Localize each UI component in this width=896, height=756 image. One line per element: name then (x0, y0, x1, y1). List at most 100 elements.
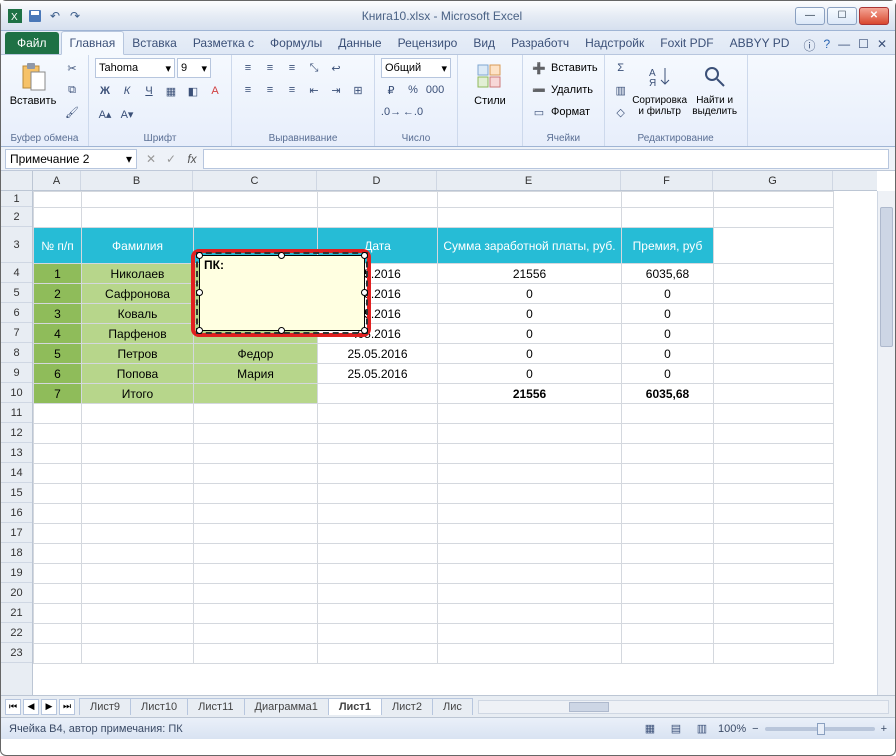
cell[interactable] (438, 192, 622, 208)
cell[interactable] (82, 444, 194, 464)
resize-handle[interactable] (278, 252, 285, 259)
format-cells-button[interactable]: ▭Формат (529, 102, 598, 122)
cell[interactable]: 21556 (438, 384, 622, 404)
cell[interactable] (194, 464, 318, 484)
row-header[interactable]: 8 (1, 343, 32, 363)
merge-button[interactable]: ⊞ (348, 80, 368, 100)
inc-indent-icon[interactable]: ⇥ (326, 80, 346, 100)
cell[interactable] (34, 504, 82, 524)
cell[interactable] (34, 604, 82, 624)
sheet-table[interactable]: № п/пФамилияДатаСумма заработной платы, … (33, 191, 834, 664)
cell[interactable] (714, 264, 834, 284)
col-header-e[interactable]: E (437, 171, 621, 190)
tab-data[interactable]: Данные (330, 32, 389, 54)
undo-icon[interactable]: ↶ (47, 8, 63, 24)
cell[interactable] (34, 192, 82, 208)
autosum-icon[interactable]: Σ (611, 58, 631, 78)
cell[interactable] (714, 324, 834, 344)
cell[interactable] (318, 404, 438, 424)
cell[interactable] (82, 644, 194, 664)
cell[interactable] (194, 424, 318, 444)
row-header[interactable]: 15 (1, 483, 32, 503)
grow-font-icon[interactable]: A▴ (95, 104, 115, 124)
cell[interactable] (194, 644, 318, 664)
cell[interactable] (438, 544, 622, 564)
cell[interactable] (622, 544, 714, 564)
cell[interactable] (194, 564, 318, 584)
enter-formula-icon[interactable]: ✓ (161, 149, 181, 169)
view-layout-icon[interactable]: ▤ (666, 719, 686, 739)
font-name-select[interactable]: Tahoma▾ (95, 58, 175, 78)
row-header[interactable]: 3 (1, 227, 32, 263)
cell[interactable] (622, 444, 714, 464)
cell[interactable]: 0 (622, 324, 714, 344)
cell[interactable]: 7 (34, 384, 82, 404)
tab-foxit[interactable]: Foxit PDF (652, 32, 721, 54)
row-header[interactable]: 13 (1, 443, 32, 463)
row-header[interactable]: 16 (1, 503, 32, 523)
row-headers[interactable]: 1234567891011121314151617181920212223 (1, 191, 33, 695)
cell[interactable] (714, 624, 834, 644)
row-header[interactable]: 1 (1, 191, 32, 207)
cell[interactable] (82, 624, 194, 644)
cell[interactable] (714, 208, 834, 228)
align-left-icon[interactable]: ≡ (238, 80, 258, 100)
redo-icon[interactable]: ↷ (67, 8, 83, 24)
file-tab[interactable]: Файл (5, 32, 59, 54)
cell[interactable] (318, 484, 438, 504)
cell[interactable] (318, 444, 438, 464)
row-header[interactable]: 18 (1, 543, 32, 563)
row-header[interactable]: 14 (1, 463, 32, 483)
sheet-nav-first[interactable]: ⏮ (5, 699, 21, 715)
cell[interactable] (194, 584, 318, 604)
cell[interactable] (82, 584, 194, 604)
maximize-button[interactable]: ☐ (827, 7, 857, 25)
resize-handle[interactable] (361, 289, 368, 296)
cell[interactable] (438, 624, 622, 644)
cell[interactable]: 1 (34, 264, 82, 284)
row-header[interactable]: 6 (1, 303, 32, 323)
cancel-formula-icon[interactable]: ✕ (141, 149, 161, 169)
cell[interactable] (622, 464, 714, 484)
cell[interactable] (82, 484, 194, 504)
sheet-tab[interactable]: Лист9 (79, 698, 131, 715)
cell[interactable] (194, 604, 318, 624)
sheet-nav-last[interactable]: ⏭ (59, 699, 75, 715)
cell[interactable] (714, 384, 834, 404)
cell[interactable] (714, 304, 834, 324)
cell[interactable] (34, 524, 82, 544)
row-header[interactable]: 12 (1, 423, 32, 443)
cell[interactable] (318, 564, 438, 584)
cell[interactable] (622, 584, 714, 604)
cell[interactable]: 5 (34, 344, 82, 364)
zoom-thumb[interactable] (817, 723, 825, 735)
cell[interactable] (318, 644, 438, 664)
cell[interactable] (714, 644, 834, 664)
resize-handle[interactable] (196, 252, 203, 259)
view-normal-icon[interactable]: ▦ (640, 719, 660, 739)
sheet-tab[interactable]: Лист1 (328, 698, 382, 715)
sheet-tab[interactable]: Лист2 (381, 698, 433, 715)
cell[interactable] (622, 424, 714, 444)
cell[interactable] (318, 604, 438, 624)
cell[interactable] (82, 192, 194, 208)
cell[interactable]: 0 (622, 364, 714, 384)
cell[interactable] (438, 524, 622, 544)
row-header[interactable]: 23 (1, 643, 32, 663)
minimize-ribbon-icon[interactable]: ⓘ (803, 37, 815, 54)
select-all-corner[interactable] (1, 171, 33, 191)
comment-box[interactable]: ПК: (199, 255, 365, 331)
cell[interactable]: 0 (438, 304, 622, 324)
column-headers[interactable]: A B C D E F G (33, 171, 877, 191)
cell[interactable]: 4 (34, 324, 82, 344)
col-header-f[interactable]: F (621, 171, 713, 190)
cell[interactable] (622, 564, 714, 584)
cell[interactable] (194, 504, 318, 524)
cell[interactable] (82, 604, 194, 624)
cell[interactable]: Попова (82, 364, 194, 384)
cell[interactable]: 0 (438, 284, 622, 304)
cell[interactable] (318, 384, 438, 404)
cell[interactable]: 0 (438, 364, 622, 384)
fill-color-button[interactable]: ◧ (183, 81, 203, 101)
cell[interactable] (318, 524, 438, 544)
